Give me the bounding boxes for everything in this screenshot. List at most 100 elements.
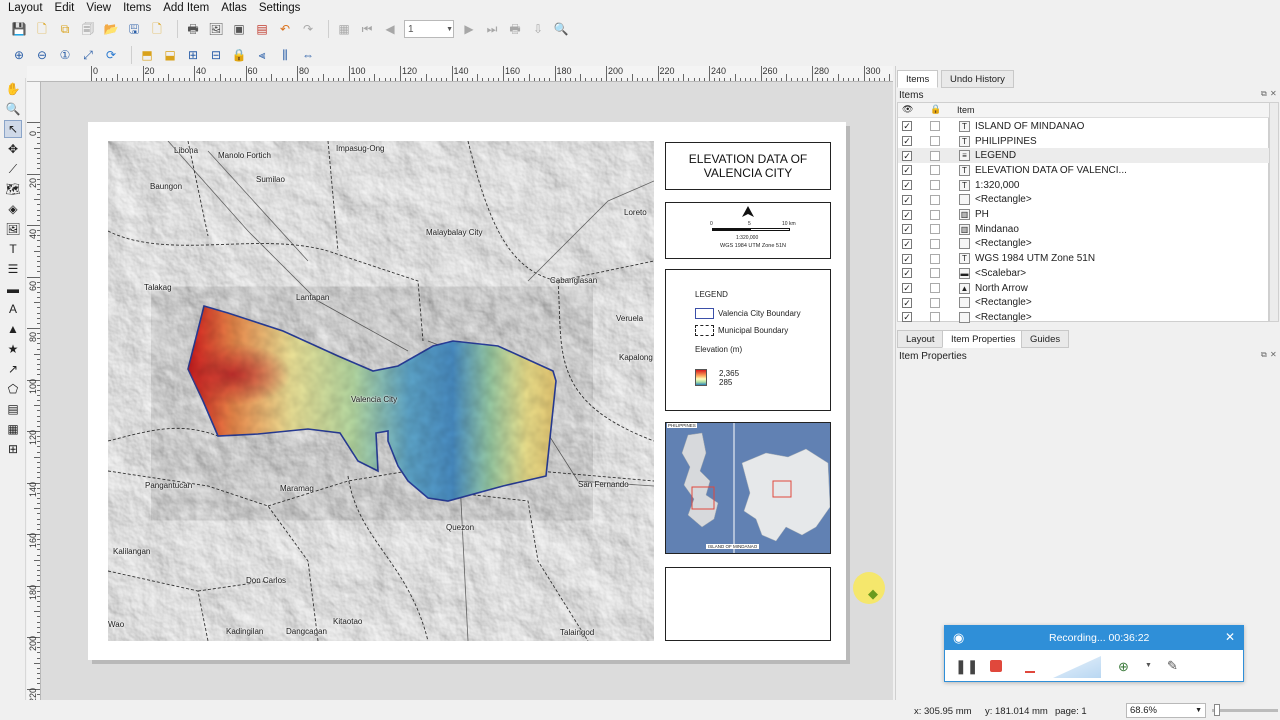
pen-icon[interactable]: ✎ (1167, 658, 1178, 674)
close-icon[interactable]: ✕ (1270, 89, 1277, 98)
lock-checkbox[interactable] (930, 283, 940, 294)
visibility-checkbox[interactable]: ✓ (902, 150, 912, 161)
dock-float-icon[interactable]: ⧉ (1261, 350, 1267, 360)
visibility-checkbox[interactable]: ✓ (902, 224, 912, 235)
add-map-icon[interactable]: 🗺 (4, 180, 22, 198)
item-row[interactable]: ✓ T ISLAND OF MINDANAO (898, 119, 1270, 134)
item-row[interactable]: ✓ <Rectangle> (898, 310, 1270, 325)
lock-checkbox[interactable] (930, 165, 940, 176)
lock-checkbox[interactable] (930, 121, 940, 132)
add-arrow-icon[interactable]: ↗ (4, 360, 22, 378)
visibility-checkbox[interactable]: ✓ (902, 121, 912, 132)
tab-layout[interactable]: Layout (897, 330, 944, 348)
first-feature-icon[interactable]: ⏮ (358, 20, 376, 38)
undo-icon[interactable]: ↶ (276, 20, 294, 38)
pause-icon[interactable]: ❚❚ (955, 658, 978, 675)
item-row[interactable]: ✓ ▬ <Scalebar> (898, 266, 1270, 281)
select-tool-icon[interactable]: ↖ (4, 120, 22, 138)
visibility-checkbox[interactable]: ✓ (902, 194, 912, 205)
zoom-actual-icon[interactable]: ① (56, 46, 74, 64)
visibility-checkbox[interactable]: ✓ (902, 312, 912, 323)
add-fixed-table-icon[interactable]: ⊞ (4, 440, 22, 458)
add-node-item-icon[interactable]: ⬠ (4, 380, 22, 398)
title-box[interactable]: ELEVATION DATA OF VALENCIA CITY (665, 142, 831, 190)
menu-atlas[interactable]: Atlas (213, 2, 251, 14)
empty-rectangle-box[interactable] (665, 567, 831, 641)
atlas-export-icon[interactable]: ⇩ (529, 20, 547, 38)
lock-checkbox[interactable] (930, 180, 940, 191)
tab-guides[interactable]: Guides (1021, 330, 1070, 348)
zoom-slider-handle[interactable] (1214, 704, 1220, 716)
visibility-checkbox[interactable]: ✓ (902, 238, 912, 249)
inset-maps[interactable]: PHILIPPINES ISLAND OF MINDANAO (665, 422, 831, 554)
lock-checkbox[interactable] (930, 194, 940, 205)
lower-items-icon[interactable]: ⬓ (161, 46, 179, 64)
zoom-combo[interactable]: 68.6% ▼ (1126, 703, 1206, 718)
lock-items-icon[interactable]: 🔒 (230, 46, 248, 64)
item-row[interactable]: ✓ ▲ North Arrow (898, 281, 1270, 296)
item-row[interactable]: ✓ ▥ PH (898, 207, 1270, 222)
menu-settings[interactable]: Settings (251, 2, 305, 14)
lock-checkbox[interactable] (930, 209, 940, 220)
stop-icon[interactable] (990, 660, 1002, 672)
save-icon[interactable]: 💾 (10, 20, 28, 38)
atlas-print-icon[interactable]: 🖶 (506, 20, 524, 38)
add-html-icon[interactable]: ▤ (4, 400, 22, 418)
menu-edit[interactable]: Edit (47, 2, 79, 14)
raise-items-icon[interactable]: ⬒ (138, 46, 156, 64)
zoom-tool-icon[interactable]: 🔍 (4, 100, 22, 118)
previous-feature-icon[interactable]: ◀ (381, 20, 399, 38)
lock-checkbox[interactable] (930, 224, 940, 235)
zoom-in-icon[interactable]: ⊕ (10, 46, 28, 64)
duplicate-layout-icon[interactable]: ⧉ (56, 20, 74, 38)
webcam-icon[interactable]: ⊕ (1118, 659, 1129, 675)
lock-checkbox[interactable] (930, 253, 940, 264)
add-attribute-table-icon[interactable]: ▦ (4, 420, 22, 438)
lock-checkbox[interactable] (930, 268, 940, 279)
add-3d-map-icon[interactable]: ◈ (4, 200, 22, 218)
visibility-checkbox[interactable]: ✓ (902, 283, 912, 294)
lock-checkbox[interactable] (930, 150, 940, 161)
item-row[interactable]: ✓ <Rectangle> (898, 237, 1270, 252)
items-list[interactable]: 👁 🔒 Item ✓ T ISLAND OF MINDANAO ✓ T PHILIPPIN… (897, 102, 1270, 325)
new-page-icon[interactable]: 🗋 (148, 20, 166, 38)
lock-checkbox[interactable] (930, 312, 940, 323)
menu-add-item[interactable]: Add Item (155, 2, 213, 14)
atlas-page-field[interactable]: 1 ▼ (404, 20, 454, 38)
add-north-arrow-icon[interactable]: A (4, 300, 22, 318)
add-marker-icon[interactable]: ★ (4, 340, 22, 358)
item-row[interactable]: ✓ <Rectangle> (898, 193, 1270, 208)
add-legend-icon[interactable]: ☰ (4, 260, 22, 278)
new-layout-icon[interactable]: 🗋 (33, 20, 51, 38)
group-items-icon[interactable]: ⊞ (184, 46, 202, 64)
visibility-checkbox[interactable]: ✓ (902, 180, 912, 191)
scalebar-box[interactable]: 0 5 10 km 1:320,000 WGS 1984 UTM Zone 51… (665, 202, 831, 259)
resize-icon[interactable]: ⇔ (299, 46, 317, 64)
atlas-settings-icon[interactable]: 🔍 (552, 20, 570, 38)
export-pdf-icon[interactable]: ▤ (253, 20, 271, 38)
atlas-preview-icon[interactable]: ▦ (335, 20, 353, 38)
tab-items[interactable]: Items (897, 70, 939, 88)
lock-checkbox[interactable] (930, 136, 940, 147)
visibility-checkbox[interactable]: ✓ (902, 165, 912, 176)
add-scalebar-icon[interactable]: ▬ (4, 280, 22, 298)
next-feature-icon[interactable]: ▶ (460, 20, 478, 38)
visibility-checkbox[interactable]: ✓ (902, 209, 912, 220)
item-row[interactable]: ✓ T WGS 1984 UTM Zone 51N (898, 251, 1270, 266)
menu-view[interactable]: View (78, 2, 115, 14)
item-row[interactable]: ✓ T 1:320,000 (898, 178, 1270, 193)
zoom-full-icon[interactable]: ⤢ (79, 46, 97, 64)
export-svg-icon[interactable]: ▣ (230, 20, 248, 38)
visibility-checkbox[interactable]: ✓ (902, 297, 912, 308)
layout-manager-icon[interactable]: 🗐 (79, 20, 97, 38)
tab-undo-history[interactable]: Undo History (941, 70, 1014, 88)
visibility-checkbox[interactable]: ✓ (902, 136, 912, 147)
move-content-icon[interactable]: ✥ (4, 140, 22, 158)
close-icon[interactable]: ✕ (1225, 630, 1235, 644)
item-row[interactable]: ✓ T ELEVATION DATA OF VALENCI... (898, 163, 1270, 178)
save-template-icon[interactable]: 🖫 (125, 20, 143, 38)
align-left-icon[interactable]: ⫷ (253, 46, 271, 64)
print-icon[interactable]: 🖶 (184, 20, 202, 38)
last-feature-icon[interactable]: ⏭ (483, 20, 501, 38)
add-shape-icon[interactable]: ▲ (4, 320, 22, 338)
